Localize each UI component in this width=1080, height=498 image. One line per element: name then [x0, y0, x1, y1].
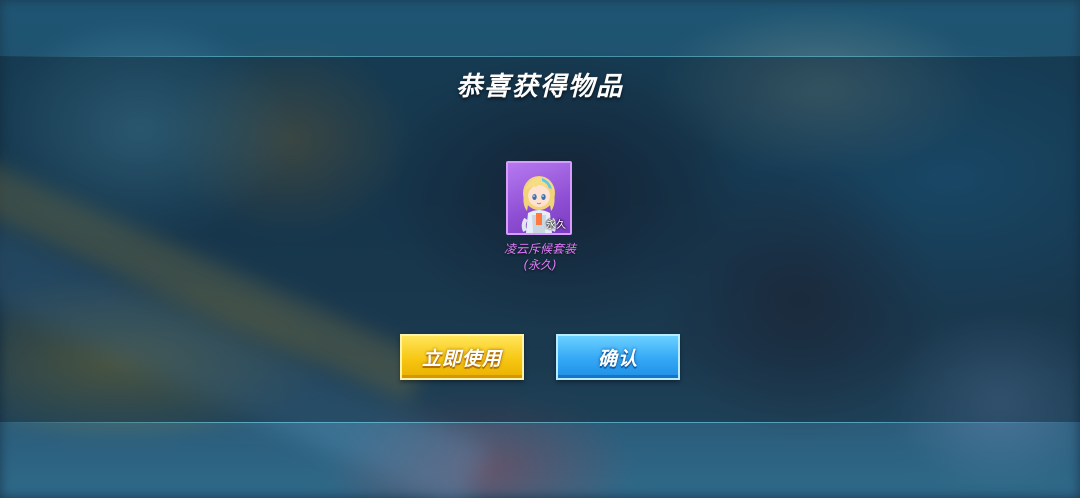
reward-screen: 恭喜获得物品 永久 凌云斥候套装 (永久) 立即使用 确认 [0, 0, 1080, 498]
use-now-button-label: 立即使用 [421, 347, 502, 370]
reward-item-name: 凌云斥候套装 (永久) [440, 241, 640, 273]
band-top-border [0, 56, 1080, 57]
reward-item-duration: (永久) [523, 258, 557, 272]
use-now-button[interactable]: 立即使用 [400, 334, 524, 380]
reward-item-name-line: 凌云斥候套装 [503, 242, 576, 256]
dialog-title: 恭喜获得物品 [455, 72, 624, 102]
confirm-button[interactable]: 确认 [556, 334, 680, 380]
permanent-badge: 永久 [546, 220, 566, 231]
band-bottom-border [0, 422, 1080, 423]
confirm-button-label: 确认 [597, 347, 638, 370]
dialog-band [0, 56, 1080, 422]
reward-item-card[interactable]: 永久 [506, 161, 572, 235]
